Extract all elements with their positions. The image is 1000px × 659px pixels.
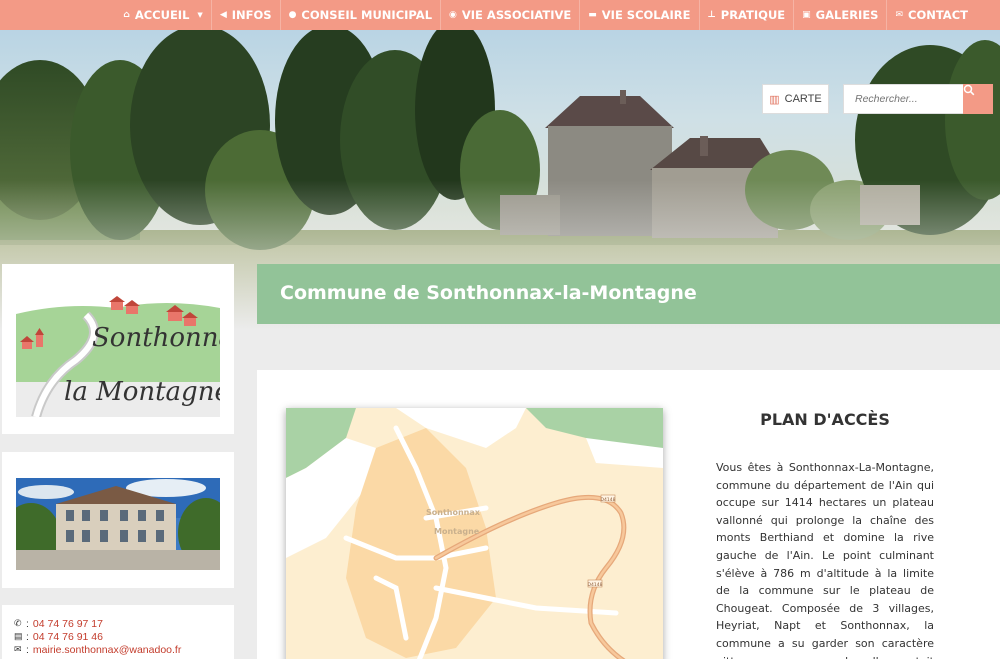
phone-line: ✆:04 74 76 97 17 — [14, 617, 103, 630]
access-map[interactable]: D4148 D4148 Sonthonnax Montagne — [286, 408, 663, 659]
chevron-down-icon: ▼ — [197, 11, 203, 19]
nav-item-vie-scolaire[interactable]: ▬ VIE SCOLAIRE — [579, 0, 698, 30]
search-button[interactable] — [963, 84, 993, 114]
nav-item-accueil[interactable]: ⌂ ACCUEIL ▼ — [115, 0, 210, 30]
map-road-label-2: D4148 — [588, 582, 603, 588]
envelope-icon: ✉ — [895, 10, 904, 20]
nav-item-conseil-municipal[interactable]: ● CONSEIL MUNICIPAL — [279, 0, 440, 30]
carte-button[interactable]: ▥ CARTE — [762, 84, 829, 114]
access-map-graphic: D4148 D4148 Sonthonnax Montagne — [286, 408, 663, 659]
contact-card: ✆:04 74 76 97 17 ▤:04 74 76 91 46 ✉: mair… — [2, 605, 234, 659]
page-title-band: Commune de Sonthonnax-la-Montagne — [257, 264, 1000, 324]
email-line: ✉: mairie.sonthonnax@wanadoo.fr — [14, 643, 182, 656]
logo-text-line1: Sonthonnax — [92, 323, 220, 353]
main-content: D4148 D4148 Sonthonnax Montagne PLAN D'A… — [257, 370, 1000, 659]
search-input[interactable] — [843, 84, 963, 114]
search-icon — [963, 84, 975, 96]
nav-list: ⌂ ACCUEIL ▼ ◀ INFOS ● CONSEIL MUNICIPAL ◉ VIE… — [115, 0, 976, 30]
map-village-label-1: Sonthonnax — [426, 508, 481, 517]
nav-item-vie-associative[interactable]: ◉ VIE ASSOCIATIVE — [440, 0, 579, 30]
map-road-label-1: D4148 — [601, 497, 616, 503]
map-village-label-2: Montagne — [434, 527, 480, 536]
map-icon: ▥ — [769, 93, 780, 106]
pushpin-icon: ⊥ — [707, 10, 716, 20]
page-title: Commune de Sonthonnax-la-Montagne — [280, 282, 697, 304]
phone-icon: ✆ — [14, 618, 22, 628]
plan-title: PLAN D'ACCÈS — [760, 410, 890, 429]
phone-number[interactable]: 04 74 76 97 17 — [33, 618, 103, 630]
logo-card: Sonthonnax la Montagne — [2, 264, 234, 434]
book-icon: ▬ — [588, 10, 597, 20]
mairie-photo-card — [2, 452, 234, 588]
globe-icon: ◉ — [449, 10, 457, 20]
fax-line: ▤:04 74 76 91 46 — [14, 630, 103, 643]
envelope-icon: ✉ — [14, 644, 22, 654]
site-logo[interactable]: Sonthonnax la Montagne — [16, 290, 220, 417]
fax-number: 04 74 76 91 46 — [32, 630, 103, 643]
nav-item-contact[interactable]: ✉ CONTACT — [886, 0, 976, 30]
nav-item-galeries[interactable]: ▣ GALERIES — [793, 0, 886, 30]
fax-icon: ▤ — [14, 631, 23, 641]
nav-item-infos[interactable]: ◀ INFOS — [210, 0, 280, 30]
nav-item-pratique[interactable]: ⊥ PRATIQUE — [698, 0, 794, 30]
bullhorn-icon: ◀ — [219, 10, 227, 20]
logo-text-line2: la Montagne — [64, 377, 220, 407]
plan-description: Vous êtes à Sonthonnax-La-Montagne, comm… — [716, 461, 934, 659]
mairie-photo[interactable] — [16, 478, 220, 570]
email-link[interactable]: mairie.sonthonnax@wanadoo.fr — [33, 644, 181, 656]
main-navigation: ⌂ ACCUEIL ▼ ◀ INFOS ● CONSEIL MUNICIPAL ◉ VIE… — [0, 0, 1000, 30]
image-icon: ▣ — [802, 10, 811, 20]
home-icon: ⌂ — [123, 10, 130, 20]
user-icon: ● — [288, 10, 297, 20]
